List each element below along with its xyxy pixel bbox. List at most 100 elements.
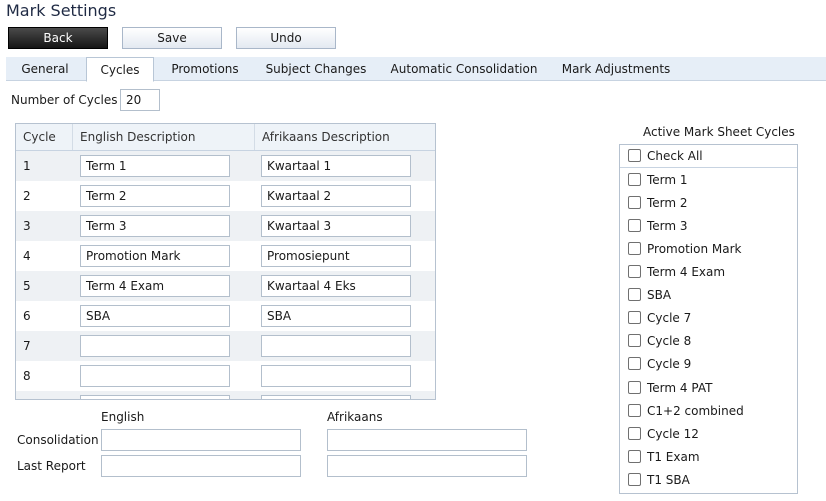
table-row: 4 Promotion Mark Promosiepunt [16,241,435,271]
header-afrikaans-description[interactable]: Afrikaans Description [255,124,435,150]
undo-button[interactable]: Undo [236,27,336,49]
afrikaans-description-input[interactable] [261,395,411,399]
english-description-input[interactable]: Term 1 [80,155,230,177]
english-description-input[interactable]: Term 2 [80,185,230,207]
cycle-checkbox[interactable]: C1+2 combined [628,401,744,421]
checkbox-icon[interactable] [628,473,641,486]
cycle-checkbox[interactable]: SBA [628,285,671,305]
checkbox-icon[interactable] [628,219,641,232]
checkbox-icon[interactable] [628,242,641,255]
table-row: 8 [16,361,435,391]
table-row: 7 [16,331,435,361]
table-row: 3 Term 3 Kwartaal 3 [16,211,435,241]
afrikaans-description-input[interactable]: Kwartaal 1 [261,155,411,177]
tab-bar: General Cycles Promotions Subject Change… [6,57,826,82]
table-row: 1 Term 1 Kwartaal 1 [16,151,435,181]
number-of-cycles-input[interactable]: 20 [120,89,160,111]
checkbox-icon[interactable] [628,381,641,394]
checkbox-label: Cycle 12 [647,427,699,441]
cycle-checkbox[interactable]: T1 Exam [628,447,700,467]
tab-general[interactable]: General [8,57,82,81]
afrikaans-description-input[interactable] [261,365,411,387]
cycle-checkbox[interactable]: Term 4 Exam [628,262,725,282]
table-row [16,391,435,399]
cycle-number: 3 [23,219,31,233]
checkbox-icon[interactable] [628,357,641,370]
afrikaans-description-input[interactable]: Kwartaal 2 [261,185,411,207]
cycle-checkbox[interactable]: Cycle 7 [628,308,691,328]
cycle-checkbox[interactable]: Cycle 8 [628,331,691,351]
checkbox-icon[interactable] [628,334,641,347]
checkbox-label: T1 Exam [647,450,700,464]
cycles-grid: Cycle English Description Afrikaans Desc… [15,123,436,400]
checkbox-label: Cycle 7 [647,311,692,325]
last-report-afrikaans-input[interactable] [327,455,527,477]
tab-automatic-consolidation[interactable]: Automatic Consolidation [384,57,544,81]
afrikaans-description-input[interactable]: Promosiepunt [261,245,411,267]
last-report-english-input[interactable] [101,455,301,477]
english-header: English [101,410,145,424]
consolidation-afrikaans-input[interactable] [327,429,527,451]
grid-header: Cycle English Description Afrikaans Desc… [16,124,435,151]
last-report-label: Last Report [17,459,86,473]
english-description-input[interactable] [80,395,230,399]
english-description-input[interactable]: SBA [80,305,230,327]
cycle-checkbox[interactable]: Cycle 9 [628,354,691,374]
cycle-checkbox[interactable]: Term 4 PAT [628,378,712,398]
checkbox-label: Term 4 Exam [647,265,726,279]
cycle-checkbox[interactable]: T1 SBA [628,470,690,490]
checkbox-label: Term 2 [647,196,688,210]
check-all-checkbox[interactable]: Check All [628,146,703,166]
checkbox-icon[interactable] [628,173,641,186]
back-button[interactable]: Back [8,27,108,49]
english-description-input[interactable]: Term 3 [80,215,230,237]
checkbox-label: Term 1 [647,173,688,187]
cycle-checkbox[interactable]: Promotion Mark [628,239,741,259]
english-description-input[interactable]: Promotion Mark [80,245,230,267]
header-cycle[interactable]: Cycle [16,124,72,150]
tab-subject-changes[interactable]: Subject Changes [258,57,374,81]
afrikaans-description-input[interactable]: Kwartaal 4 Eks [261,275,411,297]
cycle-number: 7 [23,339,31,353]
header-english-description[interactable]: English Description [73,124,253,150]
english-description-input[interactable] [80,365,230,387]
english-description-input[interactable]: Term 4 Exam [80,275,230,297]
table-row: 5 Term 4 Exam Kwartaal 4 Eks [16,271,435,301]
tab-mark-adjustments[interactable]: Mark Adjustments [554,57,678,81]
cycle-checkbox[interactable]: Term 1 [628,170,688,190]
checkbox-icon[interactable] [628,149,641,162]
afrikaans-description-input[interactable]: Kwartaal 3 [261,215,411,237]
consolidation-english-input[interactable] [101,429,301,451]
english-description-input[interactable] [80,335,230,357]
checkbox-label: Check All [647,149,703,163]
checkbox-icon[interactable] [628,404,641,417]
checkbox-label: Term 4 PAT [647,381,713,395]
checkbox-icon[interactable] [628,311,641,324]
active-mark-sheet-cycles-list: Check All Term 1 Term 2 Term 3 Promotion… [619,144,798,494]
checkbox-icon[interactable] [628,196,641,209]
table-row: 2 Term 2 Kwartaal 2 [16,181,435,211]
cycle-checkbox[interactable]: Cycle 12 [628,424,699,444]
checkbox-icon[interactable] [628,450,641,463]
table-row: 6 SBA SBA [16,301,435,331]
checkbox-label: Term 3 [647,219,688,233]
page-title: Mark Settings [6,1,117,20]
cycle-number: 2 [23,189,31,203]
save-button[interactable]: Save [122,27,222,49]
checkbox-icon[interactable] [628,288,641,301]
divider [620,167,797,168]
afrikaans-description-input[interactable]: SBA [261,305,411,327]
afrikaans-description-input[interactable] [261,335,411,357]
tab-promotions[interactable]: Promotions [160,57,250,81]
checkbox-icon[interactable] [628,265,641,278]
checkbox-icon[interactable] [628,427,641,440]
cycle-number: 8 [23,369,31,383]
checkbox-label: Promotion Mark [647,242,742,256]
checkbox-label: C1+2 combined [647,404,744,418]
cycle-checkbox[interactable]: Term 3 [628,216,688,236]
number-of-cycles-label: Number of Cycles [11,93,118,107]
tab-cycles[interactable]: Cycles [86,57,154,82]
consolidation-label: Consolidation [17,433,99,447]
cycle-number: 5 [23,279,31,293]
cycle-checkbox[interactable]: Term 2 [628,193,688,213]
